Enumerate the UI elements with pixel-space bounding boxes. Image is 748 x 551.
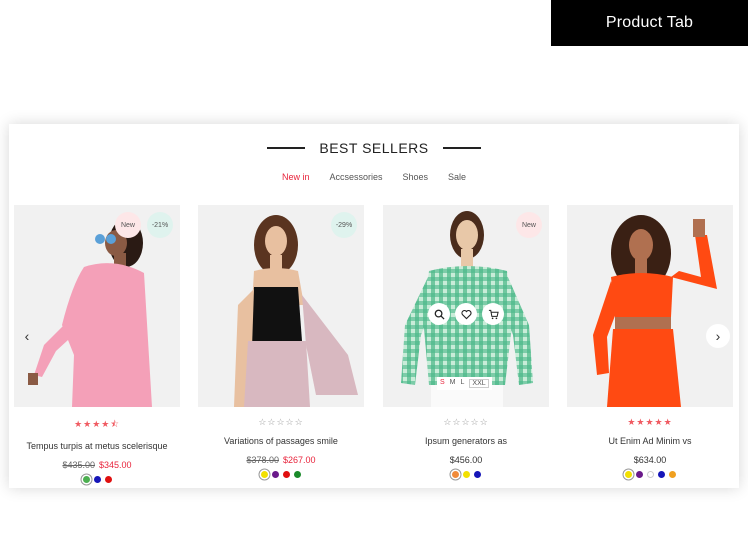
- discount-badge: -29%: [331, 212, 357, 238]
- swatch-purple[interactable]: [272, 471, 279, 478]
- color-swatches: [383, 471, 549, 478]
- heading-line-right: [442, 147, 481, 149]
- sale-price: $345.00: [99, 460, 132, 470]
- model-orange-dress: [593, 215, 717, 407]
- size-option[interactable]: L: [461, 379, 465, 388]
- swatch-green[interactable]: [82, 476, 90, 483]
- tab-sale[interactable]: Sale: [448, 172, 466, 182]
- star-icon: ★★★★: [74, 419, 111, 429]
- tab-shoes[interactable]: Shoes: [402, 172, 428, 182]
- product-image[interactable]: New S M L XXL: [383, 205, 549, 407]
- price: $634.00: [633, 455, 667, 465]
- price: $456.00: [449, 455, 483, 465]
- section-heading: BEST SELLERS: [9, 140, 739, 156]
- color-swatches: [14, 476, 180, 483]
- size-option[interactable]: M: [450, 379, 456, 388]
- product-actions: [383, 303, 549, 325]
- color-swatches: [567, 471, 733, 478]
- swatch-blue[interactable]: [93, 476, 101, 483]
- swatch-green[interactable]: [294, 471, 301, 478]
- empty-star-icon: ☆☆☆☆☆: [443, 417, 489, 427]
- rating-stars: ★★★★★: [567, 417, 733, 428]
- swatch-blue[interactable]: [657, 471, 665, 478]
- heading-line-left: [267, 147, 306, 149]
- swatch-yellow[interactable]: [462, 471, 470, 478]
- swatch-purple[interactable]: [635, 471, 643, 478]
- old-price: $435.00: [62, 460, 95, 470]
- swatch-red[interactable]: [283, 471, 290, 478]
- rating-stars: ☆☆☆☆☆: [198, 417, 364, 428]
- tab-new-in[interactable]: New in: [282, 172, 310, 182]
- rating-stars: ☆☆☆☆☆: [383, 417, 549, 428]
- sale-price: $267.00: [283, 455, 316, 465]
- section-title: BEST SELLERS: [319, 140, 429, 156]
- product-prices: $435.00 $345.00: [14, 460, 180, 470]
- product-image[interactable]: New -21%: [14, 205, 180, 407]
- swatch-yellow[interactable]: [261, 471, 268, 478]
- swatch-blue[interactable]: [473, 471, 481, 478]
- tab-accessories[interactable]: Accsessories: [329, 172, 382, 182]
- new-badge: New: [516, 212, 542, 238]
- product-prices: $456.00: [383, 455, 549, 465]
- new-badge: New: [115, 212, 141, 238]
- product-name[interactable]: Ut Enim Ad Minim vs: [567, 436, 733, 446]
- best-sellers-panel: BEST SELLERS New in Accsessories Shoes S…: [9, 124, 739, 488]
- heart-icon[interactable]: [455, 303, 477, 325]
- star-icon: ★★★★★: [627, 417, 673, 427]
- size-option[interactable]: S: [440, 379, 445, 388]
- swatch-yellow[interactable]: [624, 471, 632, 478]
- product-prices: $634.00: [567, 455, 733, 465]
- half-star-icon: ⯪: [110, 419, 120, 429]
- category-tabs: New in Accsessories Shoes Sale: [9, 172, 739, 182]
- cart-icon[interactable]: [482, 303, 504, 325]
- swatch-red[interactable]: [104, 476, 112, 483]
- swatch-orange[interactable]: [668, 471, 676, 478]
- search-icon[interactable]: [428, 303, 450, 325]
- product-name[interactable]: Variations of passages smile: [198, 436, 364, 446]
- product-name[interactable]: Tempus turpis at metus scelerisque: [14, 441, 180, 451]
- product-card[interactable]: -29% ☆☆☆☆☆ Variations of passages smile …: [198, 205, 364, 478]
- size-option[interactable]: XXL: [469, 379, 489, 388]
- product-name[interactable]: Ipsum generators as: [383, 436, 549, 446]
- rating-stars: ★★★★⯪: [14, 417, 180, 433]
- discount-badge: -21%: [147, 212, 173, 238]
- product-card[interactable]: New -21% ★★★★⯪ Tempus turpis at metus sc…: [14, 205, 180, 483]
- product-card[interactable]: New S M L XXL ☆☆☆☆☆ Ipsum generators as …: [383, 205, 549, 478]
- product-image[interactable]: -29%: [198, 205, 364, 407]
- empty-star-icon: ☆☆☆☆☆: [258, 417, 304, 427]
- old-price: $378.00: [246, 455, 279, 465]
- product-tab-label: Product Tab: [551, 0, 748, 46]
- color-swatches: [198, 471, 364, 478]
- swatch-white[interactable]: [646, 471, 654, 478]
- size-selector: S M L XXL: [437, 377, 492, 390]
- next-arrow-icon[interactable]: ›: [706, 324, 730, 348]
- product-image[interactable]: [567, 205, 733, 407]
- swatch-orange[interactable]: [451, 471, 459, 478]
- product-prices: $378.00 $267.00: [198, 455, 364, 465]
- prev-arrow-icon[interactable]: ‹: [15, 324, 39, 348]
